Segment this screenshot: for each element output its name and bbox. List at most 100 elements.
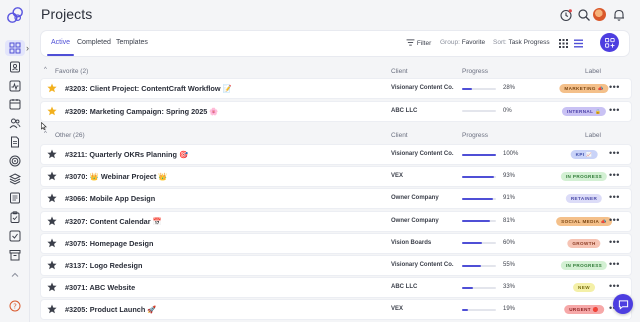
favorite-star-icon[interactable] <box>47 260 57 270</box>
progress-fill <box>462 220 490 223</box>
activity-icon[interactable] <box>8 79 21 92</box>
project-label-badge[interactable]: MARKETING 📣 <box>559 84 609 93</box>
group-header-favorite[interactable]: ^ Favorite (2) Client Progress Label <box>41 67 631 77</box>
project-title[interactable]: #3066: Mobile App Design <box>65 194 155 203</box>
notification-bell-icon[interactable] <box>612 8 626 22</box>
filter-icon <box>406 39 415 46</box>
favorite-star-icon[interactable] <box>47 216 57 226</box>
column-progress[interactable]: Progress <box>462 132 488 139</box>
project-row[interactable]: #3211: Quarterly OKRs Planning 🎯 Visionar… <box>41 145 631 164</box>
project-row[interactable]: #3203: Client Project: ContentCraft Work… <box>41 79 631 98</box>
archive-icon[interactable] <box>8 248 21 261</box>
column-progress[interactable]: Progress <box>462 68 488 75</box>
filter-label: Filter <box>416 40 432 47</box>
chat-support-button[interactable] <box>613 294 633 314</box>
layers-icon[interactable] <box>8 172 21 185</box>
goals-icon[interactable] <box>8 154 21 167</box>
favorite-star-icon[interactable] <box>47 83 57 93</box>
project-row[interactable]: #3075: Homepage Design Vision Boards 60% GR… <box>41 233 631 253</box>
progress-fill <box>462 286 474 289</box>
favorite-star-icon[interactable] <box>47 304 57 314</box>
row-more-options-icon[interactable]: ••• <box>609 259 620 269</box>
project-row[interactable]: #3071: ABC Website ABC LLC 33% NEW ••• <box>41 278 631 298</box>
contacts-icon[interactable] <box>8 60 21 73</box>
help-icon[interactable]: ? <box>8 299 21 312</box>
group-by-selector[interactable]: Group: Favorite <box>440 39 485 46</box>
project-title[interactable]: #3205: Product Launch 🚀 <box>65 305 156 314</box>
project-row[interactable]: #3207: Content Calendar 📅 Owner Company 81… <box>41 211 631 231</box>
sidebar-expand-chevron-icon[interactable]: › <box>26 43 29 53</box>
mouse-cursor-icon <box>41 122 47 130</box>
list-view-icon[interactable] <box>574 39 583 48</box>
project-label-badge[interactable]: INTERNAL 🔒 <box>561 106 607 116</box>
dashboard-icon[interactable] <box>5 40 25 56</box>
tasks-icon[interactable] <box>8 191 21 204</box>
team-icon[interactable] <box>8 116 21 129</box>
documents-icon[interactable] <box>8 135 21 148</box>
sidebar-more-chevron-icon[interactable] <box>8 268 21 281</box>
column-client[interactable]: Client <box>391 68 408 75</box>
favorite-star-icon[interactable] <box>47 106 57 116</box>
project-row[interactable]: #3205: Product Launch 🚀VEX19%URGENT 🔴••• <box>41 300 631 320</box>
grid-view-icon[interactable] <box>559 39 568 48</box>
project-row[interactable]: #3209: Marketing Campaign: Spring 2025 🌸… <box>41 101 631 121</box>
tab-templates[interactable]: Templates <box>116 39 148 46</box>
checklist-icon[interactable] <box>8 210 21 223</box>
timer-icon[interactable] <box>559 8 573 22</box>
column-label[interactable]: Label <box>585 68 601 75</box>
group-header-other[interactable]: ^ Other (26) Client Progress Label <box>41 131 631 141</box>
row-more-options-icon[interactable]: ••• <box>609 82 620 92</box>
project-label-badge[interactable]: RETAINER <box>565 194 603 204</box>
add-project-button[interactable] <box>600 33 619 52</box>
collapse-caret-icon[interactable]: ^ <box>44 131 47 137</box>
project-title[interactable]: #3207: Content Calendar 📅 <box>65 217 162 226</box>
progress-bar <box>462 264 496 267</box>
project-title[interactable]: #3075: Homepage Design <box>65 239 153 248</box>
row-more-options-icon[interactable]: ••• <box>609 105 620 115</box>
tab-completed[interactable]: Completed <box>77 39 111 46</box>
row-more-options-icon[interactable]: ••• <box>609 215 620 225</box>
row-more-options-icon[interactable]: ••• <box>609 237 620 247</box>
favorite-star-icon[interactable] <box>47 282 57 292</box>
app-logo[interactable] <box>6 6 24 24</box>
chat-icon <box>618 299 628 310</box>
progress-percent: 0% <box>503 107 512 114</box>
project-label-badge[interactable]: GROWTH <box>567 238 601 248</box>
project-title[interactable]: #3071: ABC Website <box>65 283 135 292</box>
favorite-star-icon[interactable] <box>47 193 57 203</box>
favorite-star-icon[interactable] <box>47 149 57 159</box>
project-label-badge[interactable]: NEW <box>573 283 595 293</box>
project-row[interactable]: #3137: Logo Redesign Visionary Content Co… <box>41 256 631 275</box>
tab-active[interactable]: Active <box>51 39 70 46</box>
avatar[interactable] <box>593 8 606 21</box>
column-client[interactable]: Client <box>391 132 408 139</box>
project-label-badge[interactable]: URGENT 🔴 <box>564 305 604 315</box>
row-more-options-icon[interactable]: ••• <box>609 281 620 291</box>
project-label-badge[interactable]: IN PROGRESS <box>560 172 608 182</box>
settings-icon[interactable] <box>8 229 21 242</box>
progress-fill <box>462 175 494 178</box>
sidebar: › ? <box>0 0 30 322</box>
project-label-badge[interactable]: IN PROGRESS <box>560 261 608 270</box>
project-title[interactable]: #3211: Quarterly OKRs Planning 🎯 <box>65 150 188 159</box>
calendar-icon[interactable] <box>8 97 21 110</box>
row-more-options-icon[interactable]: ••• <box>609 148 620 158</box>
project-title[interactable]: #3070: 👑 Webinar Project 👑 <box>65 172 167 181</box>
project-title[interactable]: #3203: Client Project: ContentCraft Work… <box>65 84 232 93</box>
project-row[interactable]: #3066: Mobile App Design Owner Company 91%… <box>41 189 631 209</box>
search-icon[interactable] <box>577 8 591 22</box>
sort-selector[interactable]: Sort: Task Progress <box>493 39 550 46</box>
collapse-caret-icon[interactable]: ^ <box>44 67 47 73</box>
project-row[interactable]: #3070: 👑 Webinar Project 👑 VEX 93% IN PROGR… <box>41 167 631 187</box>
filter-button[interactable]: Filter <box>406 39 431 47</box>
row-more-options-icon[interactable]: ••• <box>609 192 620 202</box>
project-label-badge[interactable]: KPI 📈 <box>570 150 598 159</box>
favorite-star-icon[interactable] <box>47 171 57 181</box>
project-title[interactable]: #3137: Logo Redesign <box>65 261 142 270</box>
project-title[interactable]: #3209: Marketing Campaign: Spring 2025 🌸 <box>65 107 218 116</box>
active-tab-indicator <box>47 54 74 56</box>
project-label-badge[interactable]: SOCIAL MEDIA 📣 <box>556 216 612 226</box>
column-label[interactable]: Label <box>585 132 601 139</box>
row-more-options-icon[interactable]: ••• <box>609 170 620 180</box>
favorite-star-icon[interactable] <box>47 238 57 248</box>
